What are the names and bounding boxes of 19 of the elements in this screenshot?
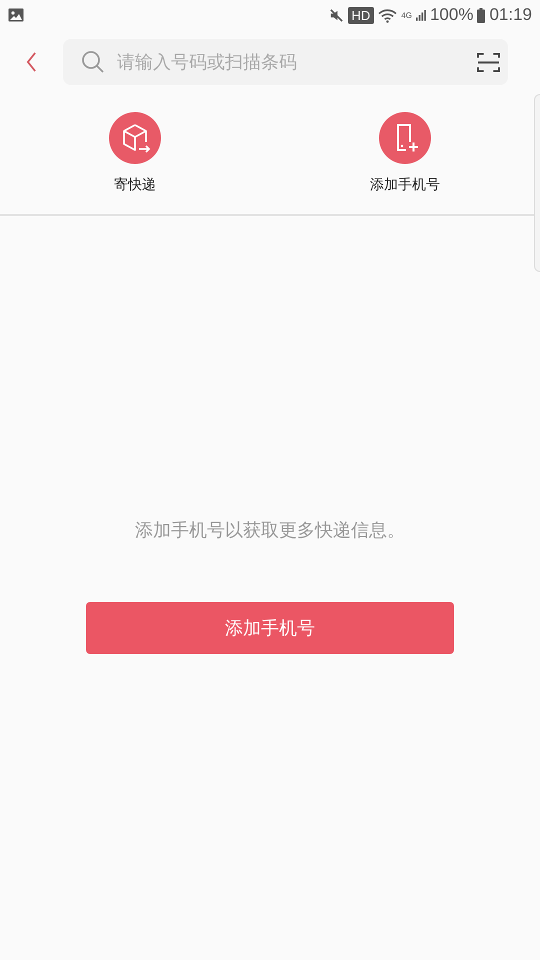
mute-icon bbox=[328, 8, 344, 22]
wifi-icon bbox=[378, 8, 398, 22]
search-field[interactable]: 请输入号码或扫描条码 bbox=[115, 50, 467, 74]
battery-percent: 100% bbox=[430, 5, 474, 25]
signal-icon bbox=[416, 8, 426, 22]
action-label[interactable]: 寄快递 bbox=[114, 176, 156, 194]
search-bar[interactable]: 请输入号码或扫描条码 bbox=[63, 39, 508, 85]
empty-message: 添加手机号以获取更多快递信息。 bbox=[135, 519, 405, 542]
scan-icon[interactable] bbox=[477, 52, 500, 72]
network-label: 4G bbox=[401, 11, 412, 20]
phone-plus-icon[interactable] bbox=[379, 112, 431, 164]
clock: 01:19 bbox=[489, 5, 532, 25]
edge-handle[interactable] bbox=[534, 94, 540, 272]
chevron-left-icon bbox=[26, 52, 37, 72]
battery-icon bbox=[477, 8, 486, 22]
image-icon bbox=[8, 8, 24, 22]
action-label[interactable]: 添加手机号 bbox=[370, 176, 440, 194]
hd-badge: HD bbox=[348, 6, 374, 24]
search-icon bbox=[81, 50, 105, 74]
